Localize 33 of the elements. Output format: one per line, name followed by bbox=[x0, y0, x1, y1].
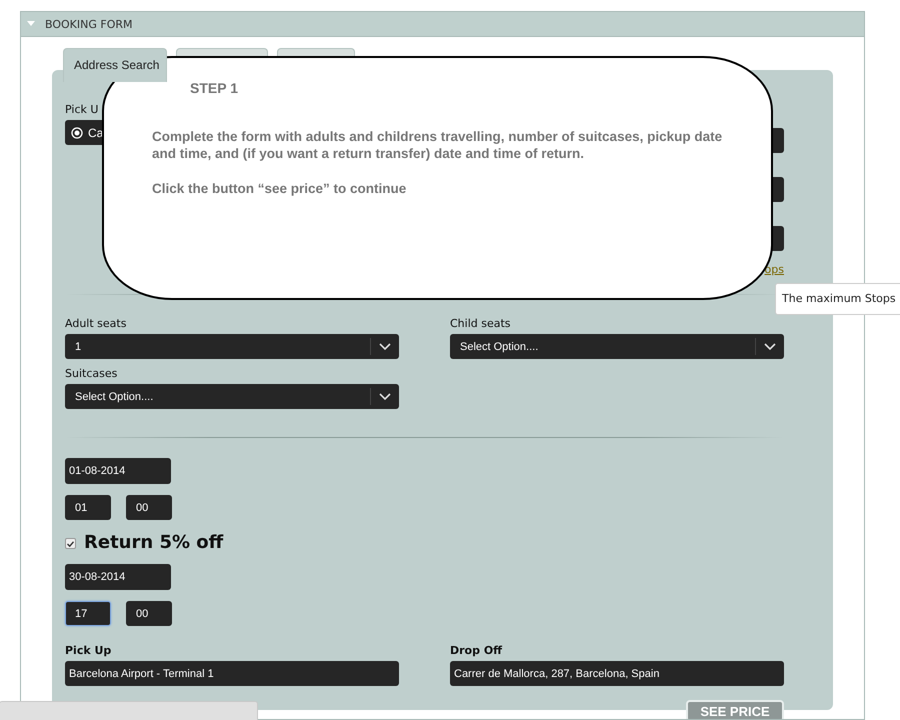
stops-link[interactable]: ops bbox=[764, 263, 784, 276]
field-label: Adult seats bbox=[65, 317, 128, 330]
minute-field[interactable]: 00 bbox=[126, 495, 172, 520]
field-label: Pick U bbox=[65, 103, 100, 116]
callout-title: STEP 1 bbox=[190, 80, 239, 96]
checkbox-label: Return 5% off bbox=[84, 532, 224, 552]
address-field[interactable]: Barcelona Airport - Terminal 1 bbox=[65, 661, 399, 686]
callout-text: Complete the form with adults and childrens travelling, number of suitcases, pickup date and time, and (if you want a return transfer) date and time of return. bbox=[152, 128, 724, 162]
target-icon bbox=[71, 126, 83, 138]
panel-title: BOOKING FORM bbox=[45, 18, 132, 30]
select-field[interactable]: 1 bbox=[65, 334, 399, 359]
field-label: Drop Off bbox=[450, 644, 504, 657]
date-field[interactable]: 01-08-2014 bbox=[65, 458, 171, 484]
minute-field[interactable]: 00 bbox=[126, 601, 172, 626]
select-field[interactable]: Select Option.... bbox=[65, 384, 399, 409]
date-field[interactable]: 30-08-2014 bbox=[65, 564, 171, 590]
callout-text: Click the button “see price” to continue bbox=[152, 180, 408, 197]
chevron-down-icon bbox=[379, 392, 391, 400]
select-field[interactable]: Select Option.... bbox=[450, 334, 784, 359]
checkbox[interactable] bbox=[65, 538, 76, 549]
chevron-down-icon bbox=[379, 342, 391, 350]
address-field[interactable]: Carrer de Mallorca, 287, Barcelona, Spain bbox=[450, 661, 784, 686]
field-label: Pick Up bbox=[65, 644, 112, 657]
tab[interactable]: Address Search bbox=[63, 48, 167, 82]
hour-field[interactable]: 17 bbox=[65, 601, 111, 626]
caret-icon bbox=[27, 21, 35, 27]
hour-field[interactable]: 01 bbox=[65, 495, 111, 520]
field-label: Suitcases bbox=[65, 367, 118, 380]
check-icon bbox=[67, 540, 74, 546]
tooltip-text: The maximum Stops bbox=[782, 292, 896, 305]
chevron-down-icon bbox=[764, 342, 776, 350]
panel-header[interactable]: BOOKING FORM bbox=[21, 12, 864, 37]
field-label: Child seats bbox=[450, 317, 512, 330]
